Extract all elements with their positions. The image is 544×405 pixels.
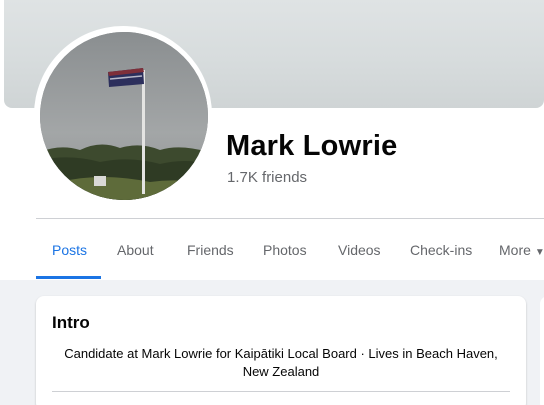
profile-name: Mark Lowrie bbox=[226, 130, 398, 162]
caret-down-icon: ▼ bbox=[534, 247, 544, 258]
intro-divider bbox=[52, 391, 510, 392]
avatar-image bbox=[40, 32, 208, 200]
tab-about[interactable]: About bbox=[117, 219, 154, 279]
profile-tabs: Posts About Friends Photos Videos Check-… bbox=[36, 219, 544, 279]
tab-posts[interactable]: Posts bbox=[52, 219, 87, 279]
tab-more-label: More bbox=[499, 242, 531, 258]
tab-more[interactable]: More ▼ bbox=[499, 219, 544, 279]
side-card-edge bbox=[540, 296, 544, 405]
intro-bio: Candidate at Mark Lowrie for Kaipātiki L… bbox=[64, 346, 498, 379]
profile-avatar[interactable] bbox=[40, 32, 208, 200]
friends-count[interactable]: 1.7K friends bbox=[227, 169, 307, 186]
tab-friends[interactable]: Friends bbox=[187, 219, 234, 279]
active-tab-indicator bbox=[36, 276, 101, 279]
tab-check-ins[interactable]: Check-ins bbox=[410, 219, 472, 279]
tab-photos[interactable]: Photos bbox=[263, 219, 307, 279]
intro-card: Intro Candidate at Mark Lowrie for Kaipā… bbox=[36, 296, 526, 405]
tab-videos[interactable]: Videos bbox=[338, 219, 381, 279]
intro-title: Intro bbox=[52, 313, 90, 332]
